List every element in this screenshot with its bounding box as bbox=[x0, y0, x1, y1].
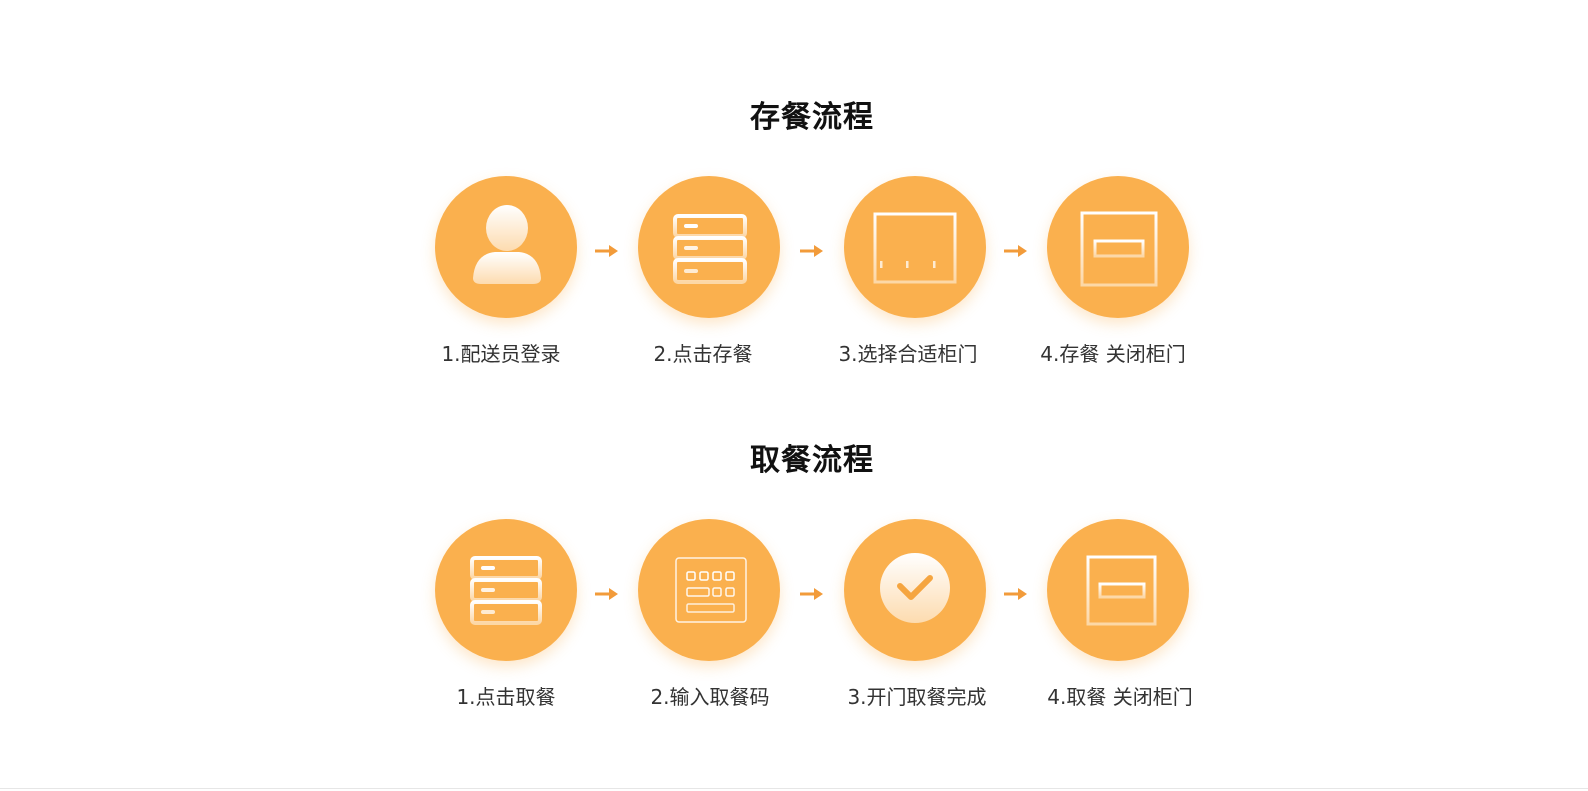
footer-divider bbox=[0, 788, 1588, 789]
arrow-right-icon bbox=[594, 586, 620, 602]
check-circle-icon bbox=[844, 519, 986, 661]
step-label: 3.开门取餐完成 bbox=[847, 685, 987, 709]
step-label: 3.选择合适柜门 bbox=[838, 342, 978, 366]
person-icon bbox=[435, 176, 577, 318]
step-label: 4.取餐 关闭柜门 bbox=[1047, 685, 1193, 709]
locker-doors-icon bbox=[844, 176, 986, 318]
drawer-stack-icon bbox=[435, 519, 577, 661]
step-label: 2.点击存餐 bbox=[653, 342, 753, 366]
store-flow-title: 存餐流程 bbox=[750, 100, 874, 135]
pickup-flow-title: 取餐流程 bbox=[750, 443, 874, 478]
step-label: 1.点击取餐 bbox=[456, 685, 556, 709]
arrow-right-icon bbox=[1003, 586, 1029, 602]
drawer-stack-icon bbox=[638, 176, 780, 318]
step-label: 4.存餐 关闭柜门 bbox=[1040, 342, 1186, 366]
arrow-right-icon bbox=[594, 243, 620, 259]
closed-door-icon bbox=[1047, 519, 1189, 661]
arrow-right-icon bbox=[1003, 243, 1029, 259]
step-label: 1.配送员登录 bbox=[441, 342, 561, 366]
arrow-right-icon bbox=[799, 243, 825, 259]
closed-door-icon bbox=[1047, 176, 1189, 318]
arrow-right-icon bbox=[799, 586, 825, 602]
step-label: 2.输入取餐码 bbox=[650, 685, 770, 709]
keypad-icon bbox=[638, 519, 780, 661]
